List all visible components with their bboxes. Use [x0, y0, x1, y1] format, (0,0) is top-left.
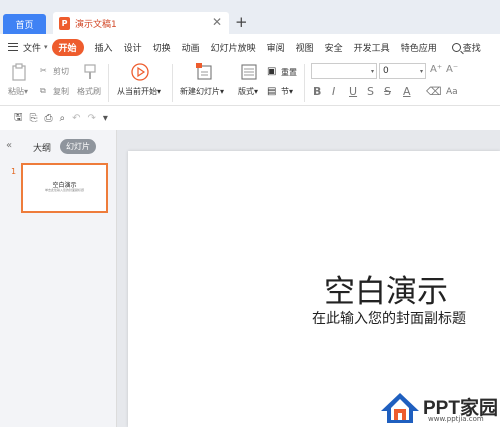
copy-button[interactable]: 复制 [53, 86, 69, 97]
close-icon[interactable]: ✕ [212, 15, 222, 29]
format-painter-button[interactable]: 格式刷 [77, 86, 101, 97]
shadow-button[interactable]: S [367, 85, 374, 98]
menu-review[interactable]: 审阅 [267, 41, 285, 54]
font-color-button[interactable]: A [403, 85, 411, 98]
new-tab-button[interactable]: + [235, 13, 248, 31]
presentation-file-icon: P [59, 16, 70, 30]
chevron-down-icon: ▾ [370, 67, 374, 75]
menu-transitions[interactable]: 切换 [153, 41, 171, 54]
slide-number: 1 [11, 167, 17, 176]
slide-title[interactable]: 空白演示 [324, 266, 448, 311]
new-slide-button[interactable]: 新建幻灯片▾ [180, 86, 224, 97]
reset-button[interactable]: 重置 [281, 67, 297, 78]
slide-thumbnail[interactable]: 空白演示 单击此处输入您的封面副标题 [21, 163, 108, 213]
menu-search-label: 查找 [462, 43, 481, 54]
menu-security[interactable]: 安全 [325, 41, 343, 54]
ribbon: 粘贴▾ ✂ 剪切 ⧉ 复制 格式刷 从当前开始▾ 新建幻灯片▾ 版式▾ ▣ 重置… [0, 60, 500, 106]
save-icon[interactable]: 🖫 [14, 110, 23, 127]
from-current-button[interactable]: 从当前开始▾ [117, 86, 161, 97]
menu-icon[interactable] [8, 43, 18, 51]
tab-strip: 首页 P 演示文稿1 ✕ + [0, 0, 500, 34]
new-slide-icon[interactable] [195, 62, 213, 82]
menu-developer[interactable]: 开发工具 [354, 41, 390, 54]
export-pdf-icon[interactable]: ⎘ [30, 113, 38, 124]
menu-file-label: 文件 [23, 43, 42, 54]
menu-bar: 文件 ▾ 开始 插入 设计 切换 动画 幻灯片放映 审阅 视图 安全 开发工具 … [0, 34, 500, 60]
collapse-panel-icon[interactable]: « [6, 140, 12, 151]
menu-file[interactable]: 文件 ▾ [23, 41, 48, 54]
tab-outline[interactable]: 大纲 [33, 141, 51, 154]
change-case-button[interactable]: Aa [446, 87, 458, 97]
search-icon [451, 42, 461, 52]
house-logo-icon [381, 393, 419, 423]
reset-icon[interactable]: ▣ [267, 66, 276, 77]
paste-button[interactable]: 粘贴▾ [8, 86, 28, 97]
tab-document-label: 演示文稿1 [75, 19, 117, 30]
print-icon[interactable]: ⎙ [45, 113, 53, 124]
print-preview-icon[interactable]: ⌕ [60, 113, 66, 124]
slide-workspace: 空白演示 在此输入您的封面副标题 [117, 130, 500, 427]
cut-button[interactable]: 剪切 [53, 66, 69, 77]
chevron-down-icon: ▾ [419, 67, 423, 75]
quick-access-toolbar: 🖫 ⎘ ⎙ ⌕ ↶ ↷ ▾ [0, 107, 500, 129]
bold-button[interactable]: B [313, 85, 321, 98]
italic-button[interactable]: I [332, 85, 335, 98]
grow-font-button[interactable]: A⁺ [430, 64, 442, 75]
watermark-url: www.pptjia.com [428, 415, 484, 423]
clear-format-icon[interactable]: ⌫ [426, 85, 442, 98]
undo-icon[interactable]: ↶ [72, 113, 80, 124]
underline-button[interactable]: U [349, 85, 357, 98]
shrink-font-button[interactable]: A⁻ [446, 64, 458, 75]
font-size-value: 0 [383, 66, 389, 76]
customize-toolbar-icon[interactable]: ▾ [103, 113, 108, 124]
font-size-select[interactable]: 0 ▾ [379, 63, 426, 79]
chevron-down-icon: ▾ [44, 43, 48, 51]
menu-search[interactable]: 查找 [451, 41, 481, 54]
menu-slideshow[interactable]: 幻灯片放映 [211, 41, 256, 54]
section-button[interactable]: 节▾ [281, 86, 293, 97]
layout-button[interactable]: 版式▾ [238, 86, 258, 97]
slide-panel: « 大纲 幻灯片 1 空白演示 单击此处输入您的封面副标题 [0, 130, 117, 427]
tab-document[interactable]: P 演示文稿1 ✕ [53, 12, 229, 34]
copy-icon[interactable]: ⧉ [40, 86, 46, 96]
tab-home-label: 首页 [15, 20, 34, 31]
redo-icon[interactable]: ↷ [88, 113, 96, 124]
menu-home-tab[interactable]: 开始 [51, 38, 84, 56]
menu-animations[interactable]: 动画 [182, 41, 200, 54]
scissors-icon[interactable]: ✂ [40, 66, 47, 75]
menu-design[interactable]: 设计 [124, 41, 142, 54]
layout-icon[interactable] [240, 63, 258, 81]
font-name-select[interactable]: ▾ [311, 63, 377, 79]
slide-canvas[interactable]: 空白演示 在此输入您的封面副标题 [128, 151, 500, 427]
slide-subtitle[interactable]: 在此输入您的封面副标题 [312, 308, 466, 328]
thumbnail-subtitle: 单击此处输入您的封面副标题 [44, 188, 84, 192]
tab-home[interactable]: 首页 [3, 14, 46, 34]
menu-view[interactable]: 视图 [296, 41, 314, 54]
menu-features[interactable]: 特色应用 [401, 41, 437, 54]
section-icon[interactable]: ▤ [267, 86, 276, 97]
watermark: PPT家园 www.pptjia.com [376, 389, 500, 427]
format-painter-icon[interactable] [82, 63, 98, 81]
strikethrough-button[interactable]: S [384, 85, 391, 98]
menu-insert[interactable]: 插入 [95, 41, 113, 54]
play-icon[interactable] [130, 62, 150, 82]
tab-slides[interactable]: 幻灯片 [60, 139, 96, 154]
paste-icon[interactable] [10, 63, 28, 81]
